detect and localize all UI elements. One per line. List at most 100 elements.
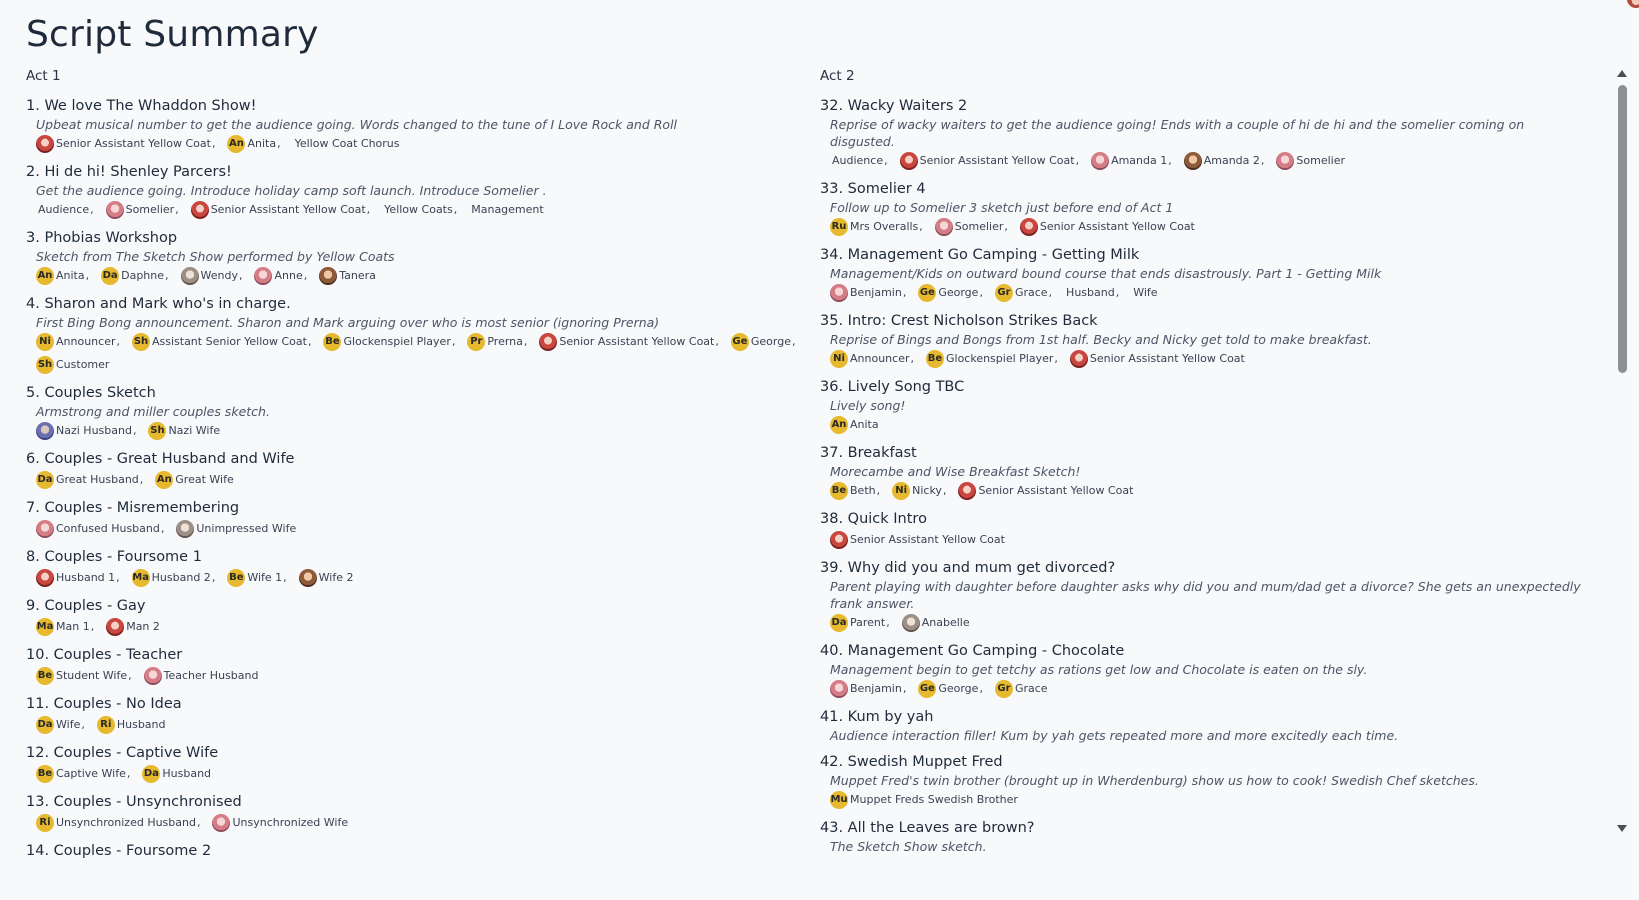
cast-member[interactable]: Somelier, (934, 216, 1008, 237)
cast-member[interactable]: Unsynchronized Wife (212, 812, 348, 833)
scrollbar[interactable] (1616, 68, 1628, 834)
scene-title[interactable]: 39. Why did you and mum get divorced? (820, 558, 1600, 578)
user-avatar[interactable] (1627, 0, 1639, 8)
scene-title[interactable]: 36. Lively Song TBC (820, 377, 1600, 397)
cast-member[interactable]: Ma Man 1, (36, 616, 94, 637)
scene-item[interactable]: 5. Couples Sketch Armstrong and miller co… (26, 383, 810, 441)
cast-member[interactable]: Wendy, (180, 265, 242, 286)
scene-title[interactable]: 35. Intro: Crest Nicholson Strikes Back (820, 311, 1600, 331)
cast-member[interactable]: Nazi Husband, (36, 420, 136, 441)
scene-item[interactable]: 6. Couples - Great Husband and Wife Da Gre… (26, 449, 810, 490)
scene-item[interactable]: 13. Couples - Unsynchronised Ri Unsynchron… (26, 792, 810, 833)
cast-member[interactable]: Senior Assistant Yellow Coat (1069, 348, 1245, 369)
cast-member[interactable]: Be Wife 1, (227, 567, 287, 588)
scene-title[interactable]: 14. Couples - Foursome 2 (26, 841, 810, 861)
cast-member[interactable]: Amanda 1, (1091, 150, 1172, 171)
cast-member[interactable]: Man 2 (106, 616, 160, 637)
cast-member[interactable]: Ge George, (918, 282, 983, 303)
scene-item[interactable]: 32. Wacky Waiters 2 Reprise of wacky wait… (820, 96, 1600, 171)
cast-member[interactable]: Tanera (319, 265, 376, 286)
scene-title[interactable]: 43. All the Leaves are brown? (820, 818, 1600, 838)
scene-item[interactable]: 40. Management Go Camping - Chocolate Man… (820, 641, 1600, 699)
cast-member[interactable]: Senior Assistant Yellow Coat (958, 480, 1133, 501)
scene-title[interactable]: 7. Couples - Misremembering (26, 498, 810, 518)
cast-member[interactable]: Benjamin, (830, 282, 906, 303)
scene-item[interactable]: 35. Intro: Crest Nicholson Strikes Back R… (820, 311, 1600, 369)
cast-member[interactable]: Senior Assistant Yellow Coat (830, 529, 1005, 550)
scene-item[interactable]: 39. Why did you and mum get divorced? Par… (820, 558, 1600, 633)
cast-member[interactable]: Gr Grace, (994, 282, 1052, 303)
cast-member[interactable]: Sh Nazi Wife (148, 420, 220, 441)
scene-item[interactable]: 3. Phobias Workshop Sketch from The Sketc… (26, 228, 810, 286)
cast-member[interactable]: Da Husband (142, 763, 211, 784)
scroll-thumb[interactable] (1618, 85, 1627, 373)
scene-title[interactable]: 8. Couples - Foursome 1 (26, 547, 810, 567)
scene-title[interactable]: 12. Couples - Captive Wife (26, 743, 810, 763)
cast-member[interactable]: An Great Wife (155, 469, 234, 490)
cast-member[interactable]: Husband, (1064, 282, 1119, 303)
cast-member[interactable]: Sh Assistant Senior Yellow Coat, (131, 331, 311, 352)
cast-member[interactable]: Ma Husband 2, (131, 567, 215, 588)
cast-member[interactable]: Teacher Husband (143, 665, 258, 686)
cast-member[interactable]: Be Glockenspiel Player, (925, 348, 1058, 369)
scene-title[interactable]: 33. Somelier 4 (820, 179, 1600, 199)
cast-member[interactable]: Be Captive Wife, (36, 763, 130, 784)
scene-title[interactable]: 6. Couples - Great Husband and Wife (26, 449, 810, 469)
cast-member[interactable]: Somelier, (105, 199, 179, 220)
scroll-down-arrow-icon[interactable] (1617, 825, 1627, 832)
cast-member[interactable]: Unimpressed Wife (176, 518, 296, 539)
scene-title[interactable]: 38. Quick Intro (820, 509, 1600, 529)
scene-title[interactable]: 13. Couples - Unsynchronised (26, 792, 810, 812)
scene-title[interactable]: 2. Hi de hi! Shenley Parcers! (26, 162, 810, 182)
scene-title[interactable]: 9. Couples - Gay (26, 596, 810, 616)
cast-member[interactable]: Husband 1, (36, 567, 120, 588)
cast-member[interactable]: Ni Nicky, (892, 480, 946, 501)
scene-item[interactable]: 33. Somelier 4 Follow up to Somelier 3 sk… (820, 179, 1600, 237)
scene-item[interactable]: 10. Couples - Teacher Be Student Wife, Teac… (26, 645, 810, 686)
scroll-up-arrow-icon[interactable] (1617, 70, 1627, 77)
cast-member[interactable]: Anabelle (901, 612, 970, 633)
scene-item[interactable]: 14. Couples - Foursome 2 (26, 841, 810, 861)
cast-member[interactable]: Ni Announcer, (830, 348, 914, 369)
scene-title[interactable]: 37. Breakfast (820, 443, 1600, 463)
scene-item[interactable]: 41. Kum by yah Audience interaction fille… (820, 707, 1600, 744)
scene-title[interactable]: 34. Management Go Camping - Getting Milk (820, 245, 1600, 265)
cast-member[interactable]: Benjamin, (830, 678, 906, 699)
cast-member[interactable]: Senior Assistant Yellow Coat, (36, 133, 215, 154)
scene-title[interactable]: 41. Kum by yah (820, 707, 1600, 727)
cast-member[interactable]: Be Student Wife, (36, 665, 132, 686)
cast-member[interactable]: Ge George, (918, 678, 983, 699)
scene-item[interactable]: 9. Couples - Gay Ma Man 1, Man 2 (26, 596, 810, 637)
cast-member[interactable]: An Anita (830, 414, 879, 435)
cast-member[interactable]: Da Great Husband, (36, 469, 143, 490)
scene-item[interactable]: 34. Management Go Camping - Getting Milk… (820, 245, 1600, 303)
scene-title[interactable]: 42. Swedish Muppet Fred (820, 752, 1600, 772)
cast-member[interactable]: Senior Assistant Yellow Coat, (899, 150, 1079, 171)
cast-member[interactable]: Yellow Coat Chorus (293, 133, 400, 154)
scene-title[interactable]: 40. Management Go Camping - Chocolate (820, 641, 1600, 661)
cast-member[interactable]: Da Wife, (36, 714, 85, 735)
scene-title[interactable]: 3. Phobias Workshop (26, 228, 810, 248)
cast-member[interactable]: Yellow Coats, (382, 199, 457, 220)
scene-title[interactable]: 4. Sharon and Mark who's in charge. (26, 294, 810, 314)
scene-item[interactable]: 7. Couples - Misremembering Confused Husb… (26, 498, 810, 539)
cast-member[interactable]: Confused Husband, (36, 518, 164, 539)
cast-member[interactable]: Senior Assistant Yellow Coat, (190, 199, 370, 220)
cast-member[interactable]: Pr Prerna, (467, 331, 527, 352)
scene-item[interactable]: 11. Couples - No Idea Da Wife, Ri Husband (26, 694, 810, 735)
cast-member[interactable]: An Anita, (227, 133, 281, 154)
cast-member[interactable]: Management (469, 199, 543, 220)
cast-member[interactable]: Mu Muppet Freds Swedish Brother (830, 789, 1018, 810)
scene-title[interactable]: 10. Couples - Teacher (26, 645, 810, 665)
scene-item[interactable]: 12. Couples - Captive Wife Be Captive Wife… (26, 743, 810, 784)
scene-item[interactable]: 36. Lively Song TBC Lively song! An Anita (820, 377, 1600, 435)
cast-member[interactable]: An Anita, (36, 265, 89, 286)
scene-title[interactable]: 32. Wacky Waiters 2 (820, 96, 1600, 116)
cast-member[interactable]: Ri Unsynchronized Husband, (36, 812, 200, 833)
cast-member[interactable]: Sh Customer (36, 354, 109, 375)
cast-member[interactable]: Da Daphne, (101, 265, 169, 286)
cast-member[interactable]: Anne, (254, 265, 307, 286)
cast-member[interactable]: Somelier (1276, 150, 1345, 171)
scene-item[interactable]: 37. Breakfast Morecambe and Wise Breakfas… (820, 443, 1600, 501)
cast-member[interactable]: Audience, (830, 150, 888, 171)
